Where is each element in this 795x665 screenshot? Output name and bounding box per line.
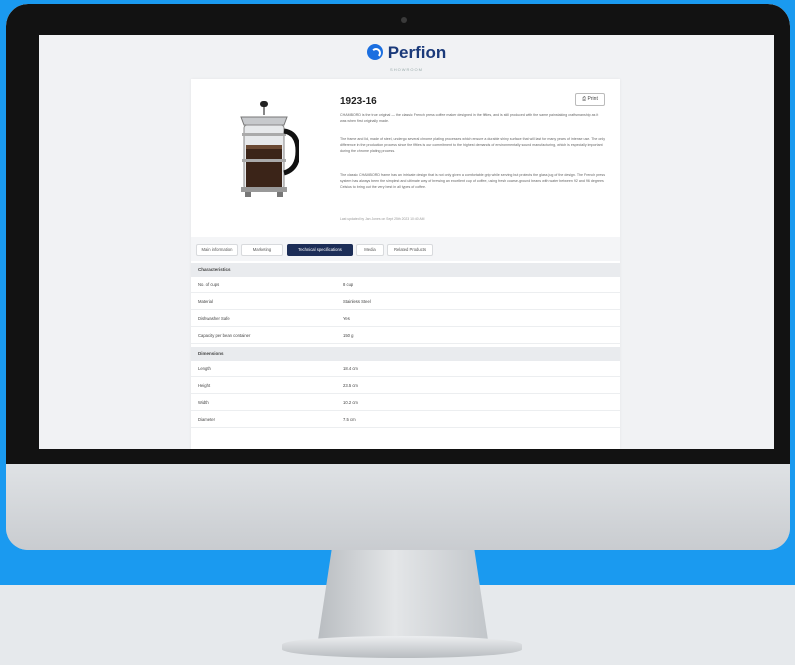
- spec-value: 10.2 cm: [343, 400, 358, 405]
- table-row: Capacity per bean container 150 g: [191, 328, 620, 344]
- logo-text: Perfion: [387, 43, 447, 62]
- spec-value: Yes: [343, 316, 350, 321]
- spec-key: Dishwasher Safe: [198, 316, 230, 321]
- site-subtitle: SHOWROOM: [390, 67, 423, 72]
- spec-value: 7.5 cm: [343, 417, 356, 422]
- spec-key: Width: [198, 400, 209, 405]
- spec-key: Diameter: [198, 417, 215, 422]
- section-header: Characteristics: [191, 263, 620, 277]
- description-paragraph: CHAMBORD is the true original — the clas…: [340, 113, 599, 123]
- spec-key: No. of cups: [198, 282, 220, 287]
- tab-main-information[interactable]: Main information: [196, 244, 238, 256]
- table-row: Material Stainless Steel: [191, 294, 620, 310]
- spec-value: 23.5 cm: [343, 383, 358, 388]
- monitor-chin: [6, 464, 790, 550]
- spec-key: Capacity per bean container: [198, 333, 251, 338]
- monitor-base: [282, 636, 522, 658]
- camera-icon: [401, 17, 407, 23]
- table-row: Height 23.5 cm: [191, 378, 620, 394]
- spec-key: Height: [198, 383, 211, 388]
- spec-value: Stainless Steel: [343, 299, 371, 304]
- spec-value: 150 g: [343, 333, 354, 338]
- spec-value: 8 cup: [343, 282, 354, 287]
- product-card: 1923-16 ⎙ Print CHAMBORD is the true ori…: [191, 79, 620, 449]
- tab-marketing[interactable]: Marketing: [241, 244, 283, 256]
- section-header: Dimensions: [191, 347, 620, 361]
- table-row: Dishwasher Safe Yes: [191, 311, 620, 327]
- description-paragraph: The frame and lid, made of steel, underg…: [340, 137, 606, 153]
- spec-key: Length: [198, 366, 211, 371]
- tab-technical-specifications[interactable]: Technical specifications: [287, 244, 353, 256]
- spec-value: 18.4 cm: [343, 366, 358, 371]
- screen: Perfion SHOWROOM 1923-16 ⎙ Print CHAMBOR…: [39, 35, 774, 449]
- tab-media[interactable]: Media: [356, 244, 384, 256]
- tab-related-products[interactable]: Related Products: [387, 244, 433, 256]
- table-row: Length 18.4 cm: [191, 361, 620, 377]
- table-row: Diameter 7.5 cm: [191, 412, 620, 428]
- french-press-image: [240, 101, 299, 197]
- product-title: 1923-16: [340, 96, 377, 107]
- last-updated-note: Last updated by Jan Jones on Sept 25th 2…: [340, 217, 425, 221]
- perfion-logo-icon: [366, 44, 383, 60]
- print-label: Print: [587, 96, 598, 102]
- print-button[interactable]: ⎙ Print: [575, 93, 605, 106]
- description-paragraph: The classic CHAMBORD frame has an intric…: [340, 173, 606, 189]
- spec-key: Material: [198, 299, 213, 304]
- site-logo[interactable]: Perfion: [39, 43, 774, 63]
- table-row: No. of cups 8 cup: [191, 277, 620, 293]
- monitor-stand: [318, 550, 488, 640]
- monitor: Perfion SHOWROOM 1923-16 ⎙ Print CHAMBOR…: [6, 4, 790, 550]
- table-row: Width 10.2 cm: [191, 395, 620, 411]
